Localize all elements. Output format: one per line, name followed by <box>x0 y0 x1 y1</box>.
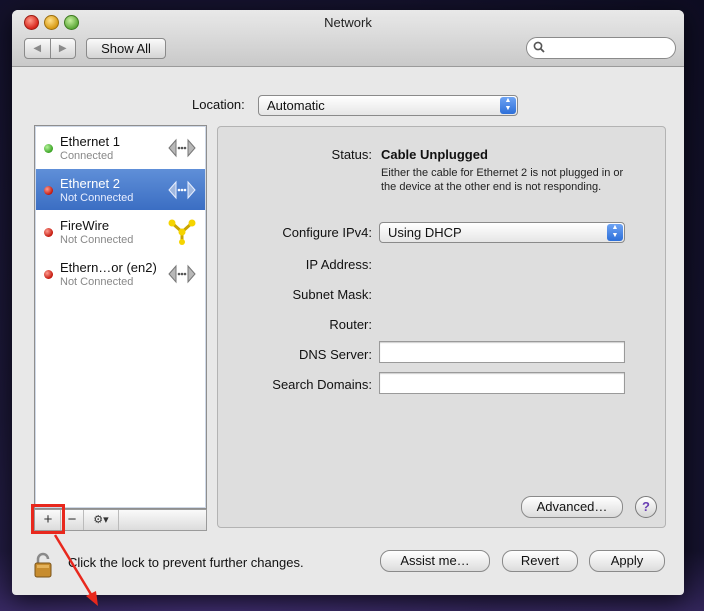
service-status: Not Connected <box>60 192 134 204</box>
lock-icon[interactable] <box>34 551 56 579</box>
details-panel: Status: Cable Unplugged Either the cable… <box>217 126 666 528</box>
revert-button[interactable]: Revert <box>502 550 578 572</box>
dns-server-label: DNS Server: <box>299 347 372 362</box>
configure-ipv4-popup[interactable]: Using DHCP ▲ ▼ <box>379 222 625 243</box>
gear-icon[interactable]: ⚙▾ <box>83 510 119 530</box>
status-dot-red <box>44 228 53 237</box>
back-button[interactable]: ◀ <box>25 39 50 58</box>
status-description: Either the cable for Ethernet 2 is not p… <box>381 167 624 193</box>
ip-address-label: IP Address: <box>305 257 372 272</box>
status-label: Status: <box>331 147 372 162</box>
location-label: Location: <box>192 97 245 112</box>
ethernet-icon <box>168 138 196 158</box>
location-popup[interactable]: Automatic ▲ ▼ <box>258 95 518 116</box>
status-dot-red <box>44 186 53 195</box>
service-status: Not Connected <box>60 276 134 288</box>
search-domains-label: Search Domains: <box>272 377 372 392</box>
window-title: Network <box>324 15 372 30</box>
search-input[interactable] <box>526 37 676 59</box>
forward-button[interactable]: ▶ <box>49 39 76 58</box>
apply-button[interactable]: Apply <box>589 550 665 572</box>
service-status: Not Connected <box>60 234 134 246</box>
annotation-highlight-box <box>31 504 65 534</box>
status-dot-green <box>44 144 53 153</box>
show-all-button[interactable]: Show All <box>86 38 166 59</box>
search-domains-field[interactable] <box>379 372 625 394</box>
titlebar: Network ◀ ▶ Show All <box>12 10 684 67</box>
search-icon <box>533 41 545 53</box>
service-name: Ethern…or (en2) <box>60 260 157 275</box>
service-item-firewire[interactable]: FireWire Not Connected <box>36 211 205 252</box>
router-label: Router: <box>329 317 372 332</box>
help-button[interactable]: ? <box>635 496 657 518</box>
service-name: Ethernet 2 <box>60 176 120 191</box>
chevron-updown-icon: ▲ ▼ <box>607 224 623 241</box>
location-value: Automatic <box>267 98 325 113</box>
subnet-mask-label: Subnet Mask: <box>292 287 373 302</box>
firewire-icon <box>168 219 196 245</box>
nav-buttons: ◀ ▶ <box>24 38 76 59</box>
dns-server-field[interactable] <box>379 341 625 363</box>
chevron-updown-icon: ▲ ▼ <box>500 97 516 114</box>
service-list: Ethernet 1 Connected Ethernet 2 Not Conn… <box>34 125 207 509</box>
assist-me-button[interactable]: Assist me… <box>380 550 490 572</box>
service-item-ethernet-1[interactable]: Ethernet 1 Connected <box>36 127 205 168</box>
configure-ipv4-label: Configure IPv4: <box>282 225 372 240</box>
status-dot-red <box>44 270 53 279</box>
configure-ipv4-value: Using DHCP <box>388 225 462 240</box>
service-item-ethernet-2[interactable]: Ethernet 2 Not Connected <box>36 169 205 210</box>
advanced-button[interactable]: Advanced… <box>521 496 623 518</box>
service-name: Ethernet 1 <box>60 134 120 149</box>
service-item-ethernet-en2[interactable]: Ethern…or (en2) Not Connected <box>36 253 205 294</box>
content-area: Location: Automatic ▲ ▼ Ethernet 1 Connec… <box>12 67 684 595</box>
service-status: Connected <box>60 150 114 162</box>
service-name: FireWire <box>60 218 110 233</box>
ethernet-icon <box>168 264 196 284</box>
status-value: Cable Unplugged <box>381 147 488 162</box>
lock-text: Click the lock to prevent further change… <box>68 555 304 570</box>
ethernet-icon <box>168 180 196 200</box>
network-window: Network ◀ ▶ Show All Location: Automatic… <box>12 10 684 595</box>
